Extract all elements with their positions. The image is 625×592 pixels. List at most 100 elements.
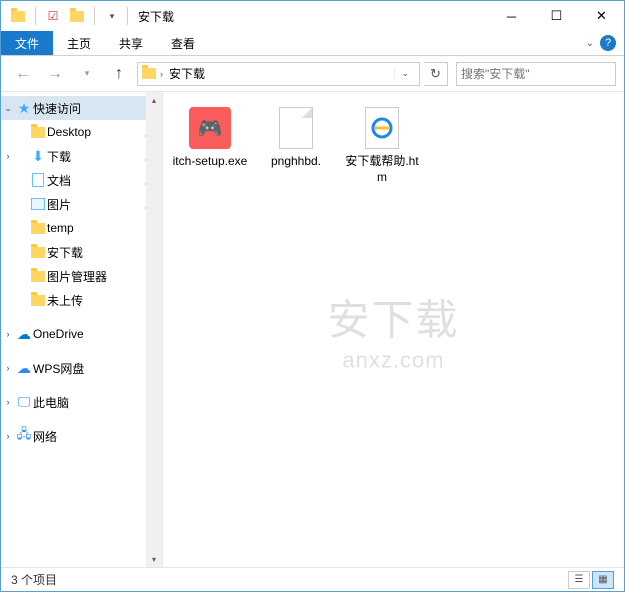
separator [94, 7, 95, 25]
file-name: 安下载帮助.htm [343, 154, 421, 185]
sidebar-item-label: 此电脑 [33, 394, 156, 411]
file-item[interactable]: 安下载帮助.htm [343, 104, 421, 185]
sidebar-item-label: 安下载 [47, 244, 156, 261]
folder-icon [29, 247, 47, 258]
scrollbar[interactable]: ▴ ▾ [146, 92, 162, 567]
sidebar-item-label: temp [47, 221, 156, 235]
sidebar-item-label: 未上传 [47, 292, 156, 309]
tab-view[interactable]: 查看 [157, 31, 209, 55]
expand-icon[interactable]: › [1, 363, 15, 373]
file-name: itch-setup.exe [173, 154, 248, 170]
file-item[interactable]: pnghhbd. [257, 104, 335, 185]
breadcrumb[interactable]: 安下载 [167, 65, 207, 82]
ribbon: 文件 主页 共享 查看 ⌄ ? [1, 31, 624, 56]
item-count: 3 个项目 [11, 571, 57, 588]
tab-share[interactable]: 共享 [105, 31, 157, 55]
navigation-pane: ⌄ ★ 快速访问 Desktop 📌 › ⬇ 下载 📌 文档 📌 [1, 92, 163, 567]
navigation-bar: ← → ▾ ↑ › 安下载 ⌄ ↻ [1, 56, 624, 92]
watermark-text: 安下载 [327, 286, 459, 347]
sidebar-item-downloads[interactable]: › ⬇ 下载 📌 [1, 144, 162, 168]
file-item[interactable]: 🎮 itch-setup.exe [171, 104, 249, 185]
separator [35, 7, 36, 25]
sidebar-item-label: Desktop [47, 125, 144, 139]
expand-icon[interactable]: › [1, 397, 15, 407]
back-button[interactable]: ← [9, 60, 37, 88]
help-icon[interactable]: ? [600, 35, 616, 51]
sidebar-item-desktop[interactable]: Desktop 📌 [1, 120, 162, 144]
sidebar-item-label: 图片 [47, 196, 144, 213]
close-button[interactable]: ✕ [579, 1, 624, 31]
sidebar-item-wps[interactable]: › ☁ WPS网盘 [1, 356, 162, 380]
document-icon [29, 173, 47, 187]
cloud-icon: ☁ [15, 360, 33, 377]
folder-icon [142, 68, 156, 79]
sidebar-item-label: 网络 [33, 428, 156, 445]
tree: ⌄ ★ 快速访问 Desktop 📌 › ⬇ 下载 📌 文档 📌 [1, 92, 162, 452]
file-tab[interactable]: 文件 [1, 31, 53, 55]
sidebar-item-thispc[interactable]: › 🖵 此电脑 [1, 390, 162, 414]
sidebar-item-documents[interactable]: 文档 📌 [1, 168, 162, 192]
expand-icon[interactable]: › [1, 151, 15, 161]
properties-icon[interactable]: ☑ [42, 5, 64, 27]
refresh-button[interactable]: ↻ [424, 62, 448, 86]
window-controls: ─ ☐ ✕ [489, 1, 624, 31]
sidebar-item-label: 图片管理器 [47, 268, 156, 285]
scroll-up-icon[interactable]: ▴ [146, 92, 162, 108]
expand-ribbon-icon[interactable]: ⌄ [586, 38, 594, 49]
title-bar: ☑ ▾ 安下载 ─ ☐ ✕ [1, 1, 624, 31]
watermark-text: anxz.com [327, 347, 459, 373]
up-button[interactable]: ↑ [105, 60, 133, 88]
network-icon: 🖧 [15, 425, 33, 447]
icons-view-button[interactable]: ▦ [592, 571, 614, 589]
view-switcher: ☰ ▦ [568, 571, 614, 589]
quick-access-toolbar: ☑ ▾ [7, 5, 123, 27]
sidebar-item-picmgr[interactable]: 图片管理器 [1, 264, 162, 288]
details-view-button[interactable]: ☰ [568, 571, 590, 589]
minimize-button[interactable]: ─ [489, 1, 534, 31]
folder-icon[interactable] [66, 5, 88, 27]
recent-dropdown-icon[interactable]: ▾ [73, 60, 101, 88]
qat-dropdown-icon[interactable]: ▾ [101, 5, 123, 27]
sidebar-item-pictures[interactable]: 图片 📌 [1, 192, 162, 216]
sidebar-item-label: 下载 [47, 148, 144, 165]
maximize-button[interactable]: ☐ [534, 1, 579, 31]
folder-icon [29, 271, 47, 282]
monitor-icon: 🖵 [15, 394, 33, 410]
sidebar-item-label: WPS网盘 [33, 360, 156, 377]
content-area: ⌄ ★ 快速访问 Desktop 📌 › ⬇ 下载 📌 文档 📌 [1, 92, 624, 567]
tab-home[interactable]: 主页 [53, 31, 105, 55]
sidebar-item-temp[interactable]: temp [1, 216, 162, 240]
sidebar-item-unupload[interactable]: 未上传 [1, 288, 162, 312]
sidebar-item-network[interactable]: › 🖧 网络 [1, 424, 162, 448]
download-icon: ⬇ [29, 148, 47, 165]
file-list[interactable]: 🎮 itch-setup.exe pnghhbd. 安下载帮助.htm 安下载 … [163, 92, 624, 567]
file-icon [272, 104, 320, 152]
app-icon: 🎮 [186, 104, 234, 152]
forward-button[interactable]: → [41, 60, 69, 88]
ie-icon [358, 104, 406, 152]
expand-icon[interactable]: › [1, 329, 15, 339]
sidebar-item-anxz[interactable]: 安下载 [1, 240, 162, 264]
sidebar-item-label: 快速访问 [33, 100, 156, 117]
file-name: pnghhbd. [271, 154, 321, 170]
chevron-right-icon[interactable]: › [160, 69, 163, 79]
address-dropdown-icon[interactable]: ⌄ [394, 68, 415, 79]
search-input[interactable] [461, 67, 611, 81]
folder-icon [29, 223, 47, 234]
folder-icon[interactable] [7, 5, 29, 27]
expand-icon[interactable]: › [1, 431, 15, 441]
sidebar-item-label: 文档 [47, 172, 144, 189]
window-title: 安下载 [138, 8, 174, 25]
folder-icon [29, 295, 47, 306]
cloud-icon: ☁ [15, 326, 33, 343]
sidebar-item-quick-access[interactable]: ⌄ ★ 快速访问 [1, 96, 162, 120]
picture-icon [29, 198, 47, 210]
address-bar[interactable]: › 安下载 ⌄ [137, 62, 420, 86]
sidebar-item-onedrive[interactable]: › ☁ OneDrive [1, 322, 162, 346]
collapse-icon[interactable]: ⌄ [1, 103, 15, 114]
status-bar: 3 个项目 ☰ ▦ [1, 567, 624, 591]
scroll-down-icon[interactable]: ▾ [146, 551, 162, 567]
separator [127, 7, 128, 25]
search-box[interactable] [456, 62, 616, 86]
sidebar-item-label: OneDrive [33, 327, 156, 341]
